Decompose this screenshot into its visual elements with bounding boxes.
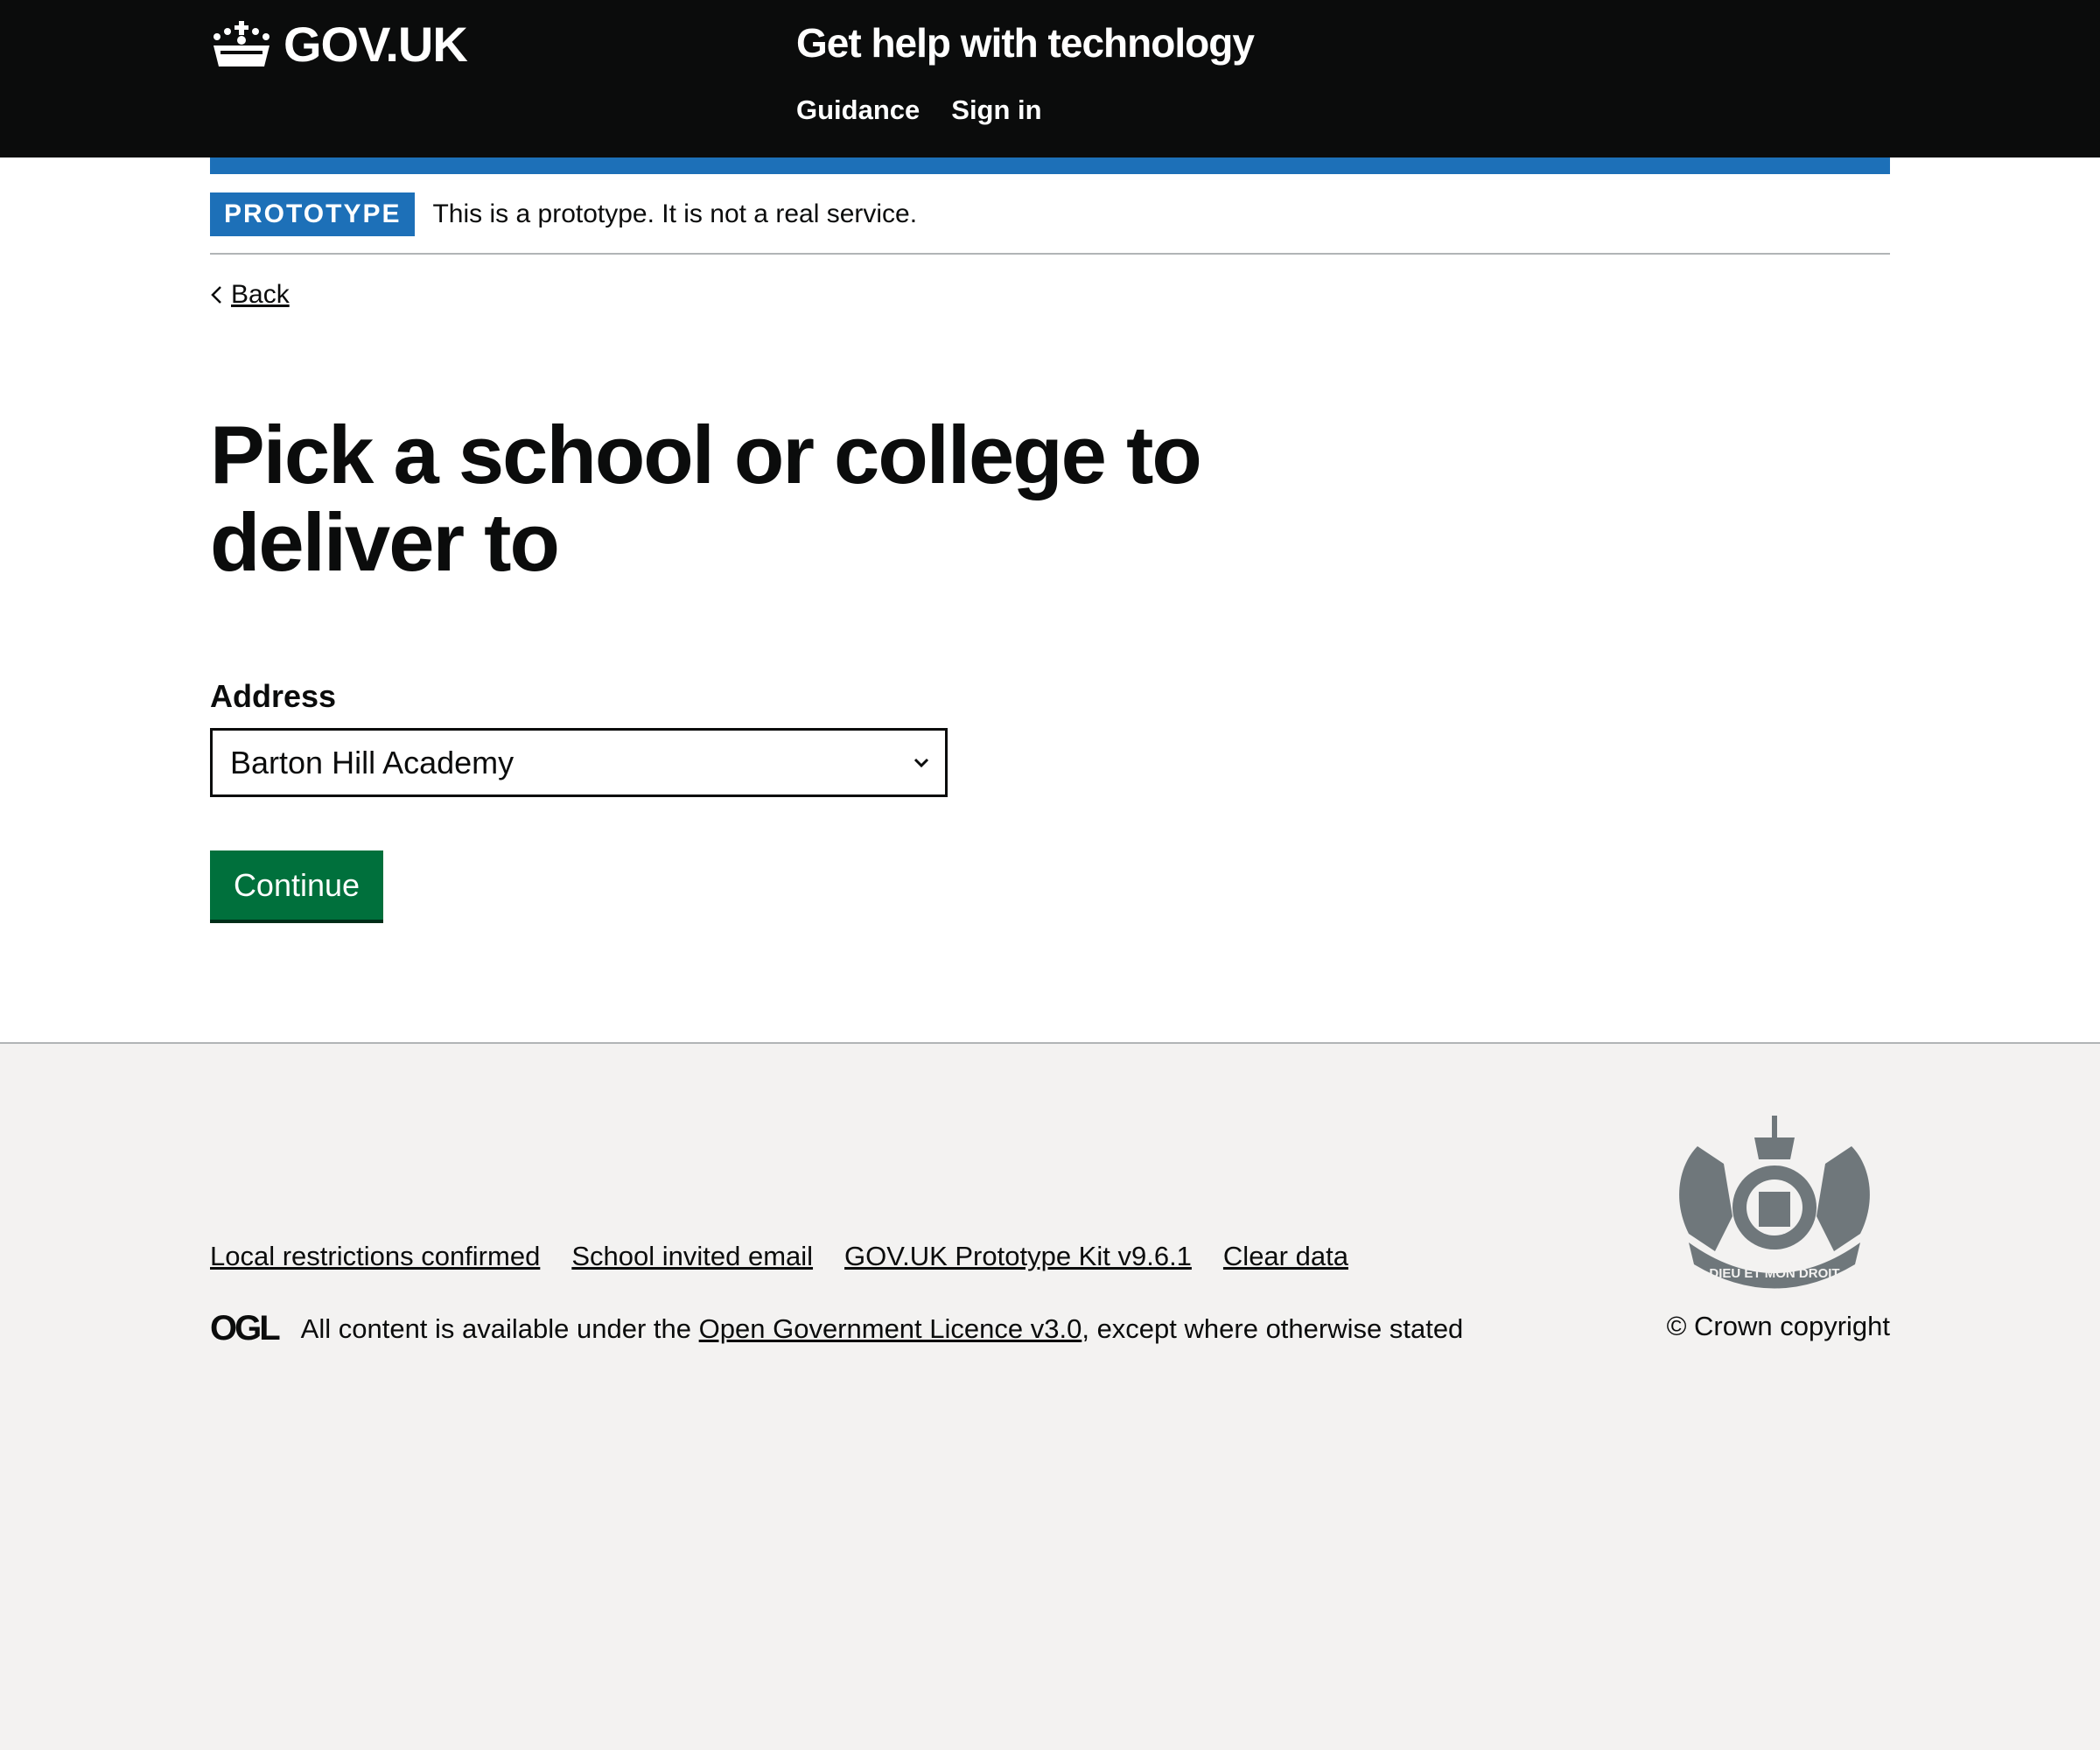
ogl-logo-icon: OGL [210,1309,281,1348]
footer-link-clear-data[interactable]: Clear data [1223,1241,1348,1272]
footer-link-school-invited-email[interactable]: School invited email [571,1241,813,1272]
back-link-text[interactable]: Back [231,280,290,310]
address-select[interactable]: Barton Hill Academy [210,728,948,797]
back-link[interactable]: Back [210,280,290,310]
logo-text: GOV.UK [284,17,468,72]
header-accent-bar [210,158,1890,174]
licence-pre: All content is available under the [300,1312,692,1344]
licence-post: , except where otherwise stated [1082,1312,1464,1344]
royal-coat-of-arms-icon[interactable]: DIEU ET MON DROIT [1662,1111,1886,1295]
address-selected-value: Barton Hill Academy [230,744,514,780]
divider [210,253,1890,255]
header-nav: Guidance Sign in [796,94,1042,126]
nav-guidance[interactable]: Guidance [796,94,920,126]
phase-text: This is a prototype. It is not a real se… [432,200,918,228]
footer-divider [0,1042,2100,1044]
chevron-down-icon [914,758,929,767]
footer-link-local-restrictions[interactable]: Local restrictions confirmed [210,1241,540,1272]
footer-links: Local restrictions confirmed School invi… [210,1241,1348,1272]
nav-sign-in[interactable]: Sign in [951,94,1041,126]
licence-text: All content is available under the Open … [301,1313,1464,1345]
licence: OGL All content is available under the O… [210,1309,1463,1348]
crown-icon [214,20,270,66]
phase-banner: PROTOTYPE This is a prototype. It is not… [210,192,917,236]
page-title: Pick a school or college to deliver to [210,409,1202,588]
crown-copyright-link[interactable]: © Crown copyright [1667,1311,1890,1342]
address-label: Address [210,678,337,714]
continue-button[interactable]: Continue [210,850,383,920]
footer-link-prototype-kit[interactable]: GOV.UK Prototype Kit v9.6.1 [844,1241,1192,1272]
chevron-left-icon [211,286,221,304]
crest-motto: DIEU ET MON DROIT [1709,1266,1839,1281]
govuk-logo-link[interactable]: GOV.UK [210,16,468,73]
phase-tag: PROTOTYPE [210,192,416,236]
licence-link[interactable]: Open Government Licence v3.0 [699,1313,1082,1344]
service-name[interactable]: Get help with technology [796,19,1255,66]
header: GOV.UK Get help with technology Guidance… [0,0,2100,158]
